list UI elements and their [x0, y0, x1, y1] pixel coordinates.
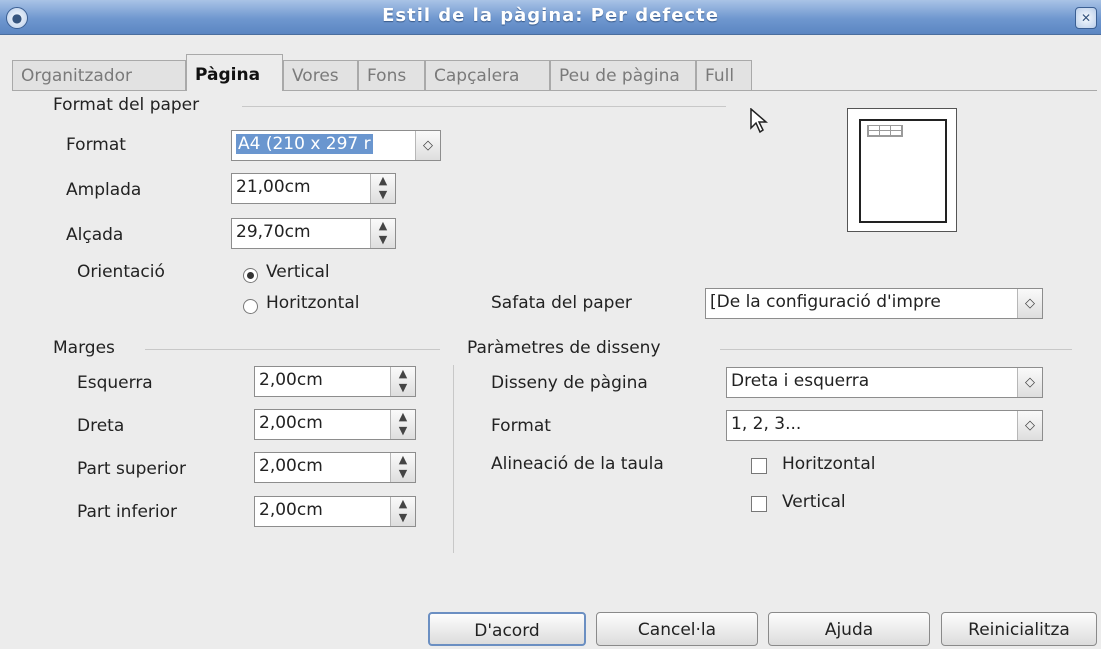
orientation-label: Orientació	[77, 262, 165, 282]
tab-vores[interactable]: Vores	[283, 60, 358, 90]
spin-arrows-icon[interactable]: ◇	[415, 131, 440, 160]
help-button[interactable]: Ajuda	[768, 612, 930, 646]
group-divider	[242, 106, 726, 107]
spin-arrows-icon[interactable]: ▲ ▼	[390, 367, 415, 396]
margin-bottom-field[interactable]: 2,00cm ▲ ▼	[254, 496, 416, 527]
close-icon[interactable]: ✕	[1075, 7, 1097, 29]
horizontal-radio-label[interactable]: Horitzontal	[266, 293, 359, 313]
tab-organitzador[interactable]: Organitzador	[12, 60, 186, 90]
spin-arrows-icon[interactable]: ▲ ▼	[390, 410, 415, 439]
vertical-radio[interactable]	[243, 268, 258, 283]
page-layout-value: Dreta i esquerra	[731, 371, 870, 391]
title-bar: ● Estil de la pàgina: Per defecte ✕	[0, 0, 1101, 35]
section-divider	[453, 365, 454, 553]
horizontal-radio[interactable]	[243, 299, 258, 314]
tab-fons[interactable]: Fons	[358, 60, 425, 90]
width-label: Amplada	[66, 180, 142, 200]
tab-full[interactable]: Full	[696, 60, 752, 90]
layout-settings-group-label: Paràmetres de disseny	[467, 338, 661, 358]
height-label: Alçada	[66, 225, 124, 245]
page-layout-select[interactable]: Dreta i esquerra ◇	[726, 367, 1043, 398]
margin-right-value: 2,00cm	[259, 413, 323, 433]
paper-format-value: A4 (210 x 297 r	[236, 134, 373, 154]
reset-button[interactable]: Reinicialitza	[941, 612, 1097, 646]
cancel-button[interactable]: Cancel·la	[596, 612, 758, 646]
margin-left-field[interactable]: 2,00cm ▲ ▼	[254, 366, 416, 397]
margins-group-label: Marges	[53, 338, 115, 358]
height-value: 29,70cm	[236, 222, 311, 242]
tab-pagina[interactable]: Pàgina	[186, 54, 283, 91]
spin-arrows-icon[interactable]: ◇	[1017, 289, 1042, 318]
paper-format-select[interactable]: A4 (210 x 297 r ◇	[231, 130, 441, 161]
ok-button[interactable]: D'acord	[428, 612, 586, 646]
tab-peu-de-pagina[interactable]: Peu de pàgina	[550, 60, 696, 90]
spin-arrows-icon[interactable]: ◇	[1017, 368, 1042, 397]
format-label: Format	[66, 135, 126, 155]
margin-left-value: 2,00cm	[259, 370, 323, 390]
margin-right-field[interactable]: 2,00cm ▲ ▼	[254, 409, 416, 440]
align-horizontal-label[interactable]: Horitzontal	[782, 454, 875, 474]
paper-format-group-label: Format del paper	[53, 95, 200, 115]
height-field[interactable]: 29,70cm ▲ ▼	[231, 218, 396, 249]
spin-arrows-icon[interactable]: ◇	[1017, 411, 1042, 440]
group-divider	[145, 349, 440, 350]
spin-arrows-icon[interactable]: ▲ ▼	[370, 174, 395, 203]
table-alignment-label: Alineació de la taula	[491, 454, 664, 474]
page-preview	[847, 108, 957, 232]
page-layout-label: Disseny de pàgina	[491, 373, 648, 393]
spin-arrows-icon[interactable]: ▲ ▼	[390, 497, 415, 526]
window-title: Estil de la pàgina: Per defecte	[382, 5, 719, 26]
group-divider	[720, 349, 1072, 350]
table-grid-icon	[867, 125, 903, 137]
paper-tray-label: Safata del paper	[491, 293, 632, 313]
margin-bottom-label: Part inferior	[77, 502, 178, 522]
mouse-pointer-icon	[750, 108, 769, 134]
page-preview-frame	[859, 119, 947, 223]
spin-arrows-icon[interactable]: ▲ ▼	[390, 453, 415, 482]
vertical-radio-label[interactable]: Vertical	[266, 262, 330, 282]
margin-bottom-value: 2,00cm	[259, 500, 323, 520]
margin-right-label: Dreta	[77, 416, 125, 436]
margin-top-label: Part superior	[77, 459, 186, 479]
margin-top-field[interactable]: 2,00cm ▲ ▼	[254, 452, 416, 483]
width-value: 21,00cm	[236, 177, 311, 197]
paper-tray-value: [De la configuració d'impre	[710, 292, 941, 312]
spin-arrows-icon[interactable]: ▲ ▼	[370, 219, 395, 248]
tab-capcalera[interactable]: Capçalera	[425, 60, 550, 90]
align-vertical-label[interactable]: Vertical	[782, 492, 846, 512]
width-field[interactable]: 21,00cm ▲ ▼	[231, 173, 396, 204]
align-horizontal-checkbox[interactable]	[751, 458, 767, 474]
number-format-value: 1, 2, 3...	[731, 414, 802, 434]
number-format-label: Format	[491, 416, 551, 436]
paper-tray-select[interactable]: [De la configuració d'impre ◇	[705, 288, 1043, 319]
margin-left-label: Esquerra	[77, 373, 153, 393]
margin-top-value: 2,00cm	[259, 456, 323, 476]
number-format-select[interactable]: 1, 2, 3... ◇	[726, 410, 1043, 441]
align-vertical-checkbox[interactable]	[751, 496, 767, 512]
